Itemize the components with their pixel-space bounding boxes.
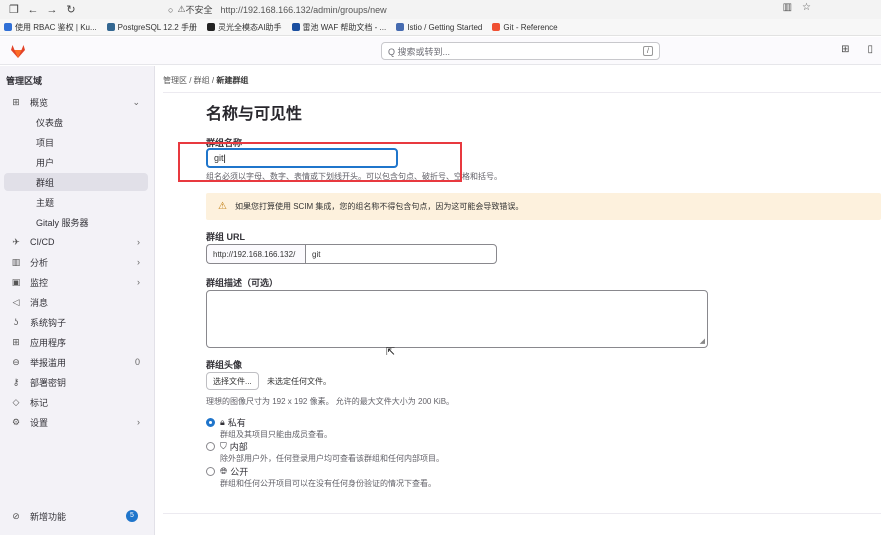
visibility-private-label[interactable]: 🔒︎ 私有: [220, 416, 246, 429]
address-bar[interactable]: ○ ⚠ 不安全 http://192.168.166.132/admin/gro…: [168, 2, 387, 17]
sidebar-item-abuse-reports[interactable]: ⊖ 举报滥用 0: [4, 353, 148, 371]
divider: [163, 92, 881, 93]
scim-warning-alert: ⚠ 如果您打算使用 SCIM 集成，您的组名称不得包含句点，因为这可能会导致错误…: [206, 193, 881, 220]
chevron-right-icon: ›: [137, 237, 140, 247]
forward-icon[interactable]: →: [44, 2, 60, 18]
monitor-icon: ▣: [11, 276, 21, 287]
gear-icon: ⚙: [11, 416, 21, 427]
breadcrumb-current: 新建群组: [216, 76, 249, 85]
resize-handle-icon[interactable]: ◢: [700, 337, 705, 345]
sidebar-item-analytics[interactable]: ▥ 分析 ›: [4, 253, 148, 271]
sidebar-item-deploy-keys[interactable]: ⚷ 部署密钥: [4, 373, 148, 391]
visibility-internal-desc: 除外部用户外，任何登录用户均可查看该群组和任何内部项目。: [220, 454, 444, 463]
chevron-down-icon: ⌄: [132, 96, 140, 107]
abuse-icon: ⊖: [12, 356, 20, 367]
mouse-cursor-icon: ⇱: [386, 346, 396, 358]
favorite-icon[interactable]: ☆: [802, 2, 811, 13]
lock-warning-icon: ⚠: [177, 4, 186, 14]
sidebar-whats-new[interactable]: ⊘ 新增功能 5: [4, 507, 148, 525]
key-icon: ⚷: [12, 376, 20, 387]
shortcut-hint: /: [643, 46, 653, 56]
choose-file-button[interactable]: 选择文件...: [206, 372, 259, 390]
visibility-private-desc: 群组及其项目只能由成员查看。: [220, 430, 332, 439]
shield-icon: ⛉: [220, 441, 227, 451]
group-avatar-label: 群组头像: [206, 360, 243, 370]
label-icon: ◇: [12, 396, 20, 407]
avatar-help: 理想的图像尺寸为 192 x 192 像素。 允许的最大文件大小为 200 Ki…: [206, 397, 455, 406]
sidebar-item-overview[interactable]: ⊞ 概览 ⌄: [4, 93, 148, 111]
topbar-actions: ⊞ ▯: [841, 44, 873, 55]
whats-new-icon: ⊘: [12, 510, 20, 521]
sidebar-item-monitoring[interactable]: ▣ 监控 ›: [4, 273, 148, 291]
visibility-public-label[interactable]: 🌐︎ 公开: [220, 465, 248, 478]
bookmark-item[interactable]: 灵光全模态AI助手: [206, 22, 282, 33]
breadcrumb-admin[interactable]: 管理区: [163, 76, 187, 85]
file-status-text: 未选定任何文件。: [267, 377, 331, 386]
sidebar-item-dashboard[interactable]: 仪表盘: [4, 113, 148, 131]
sidebar-item-messages[interactable]: ◁ 消息: [4, 293, 148, 311]
visibility-public-desc: 群组和任何公开项目可以在没有任何身份验证的情况下查看。: [220, 479, 436, 488]
sidebar-item-users[interactable]: 用户: [4, 153, 148, 171]
bullhorn-icon: ◁: [12, 296, 20, 307]
visibility-public-radio[interactable]: [206, 467, 215, 476]
tabs-icon[interactable]: ❐: [6, 2, 22, 18]
breadcrumb-groups[interactable]: 群组: [194, 76, 210, 85]
gitlab-logo-icon[interactable]: [10, 44, 26, 58]
group-description-label: 群组描述（可选）: [206, 278, 279, 288]
sidebar-item-topics[interactable]: 主题: [4, 193, 148, 211]
admin-sidebar: 管理区域 ⊞ 概览 ⌄ 仪表盘 项目 用户 群组 主题 Gitaly 服务器 ✈ CI…: [0, 66, 155, 535]
group-path-input[interactable]: git: [305, 244, 497, 264]
group-url-label: 群组 URL: [206, 232, 245, 242]
browser-toolbar: ❐ ← → ↻: [0, 0, 881, 19]
warning-icon: ⚠: [218, 201, 227, 212]
url-text[interactable]: http://192.168.166.132/admin/groups/new: [221, 5, 387, 15]
visibility-internal-label[interactable]: ⛉ 内部: [220, 440, 248, 453]
apps-icon: ⊞: [12, 336, 20, 347]
security-warning: 不安全: [185, 5, 213, 15]
divider: [163, 513, 881, 514]
bookmark-item[interactable]: Git - Reference: [492, 23, 558, 32]
bookmark-item[interactable]: PostgreSQL 12.2 手册: [106, 22, 197, 33]
plus-icon[interactable]: ⊞: [841, 44, 849, 55]
grid-icon: ⊞: [12, 96, 20, 107]
browser-right-icons: ▥ ☆: [783, 2, 811, 13]
search-input[interactable]: Q 搜索或转到... /: [381, 42, 660, 60]
sidebar-header: 管理区域: [6, 76, 43, 86]
abuse-count: 0: [134, 357, 140, 367]
chart-icon: ▥: [11, 256, 21, 267]
sidebar-toggle-icon[interactable]: ▯: [867, 44, 873, 55]
sidebar-item-settings[interactable]: ⚙ 设置 ›: [4, 413, 148, 431]
chevron-right-icon: ›: [137, 257, 140, 267]
back-icon[interactable]: ←: [25, 2, 41, 18]
lock-icon: 🔒︎: [220, 417, 225, 427]
annotation-highlight: [178, 142, 462, 182]
hook-icon: ʖ: [13, 317, 19, 327]
visibility-private-radio[interactable]: [206, 418, 215, 427]
breadcrumb: 管理区 / 群组 / 新建群组: [163, 76, 249, 85]
group-url-prefix: http://192.168.166.132/: [206, 244, 306, 264]
group-description-textarea[interactable]: ◢: [206, 290, 708, 348]
sidebar-item-labels[interactable]: ◇ 标记: [4, 393, 148, 411]
chevron-right-icon: ›: [137, 417, 140, 427]
page-title: 名称与可见性: [206, 106, 303, 123]
sidebar-item-gitaly[interactable]: Gitaly 服务器: [4, 213, 148, 231]
sidebar-item-system-hooks[interactable]: ʖ 系统钩子: [4, 313, 148, 331]
sidebar-item-groups[interactable]: 群组: [4, 173, 148, 191]
sidebar-item-cicd[interactable]: ✈ CI/CD ›: [4, 233, 148, 251]
bookmark-item[interactable]: 雷池 WAF 帮助文档 - ...: [291, 22, 386, 33]
bookmark-item[interactable]: Istio / Getting Started: [396, 23, 482, 32]
visibility-internal-radio[interactable]: [206, 442, 215, 451]
bookmarks-bar: 使用 RBAC 鉴权 | Ku... PostgreSQL 12.2 手册 灵光…: [0, 19, 881, 36]
search-circle-icon: ○: [168, 4, 174, 15]
sidebar-item-projects[interactable]: 项目: [4, 133, 148, 151]
rocket-icon: ✈: [12, 236, 20, 247]
bookmark-item[interactable]: 使用 RBAC 鉴权 | Ku...: [4, 22, 97, 33]
chevron-right-icon: ›: [137, 277, 140, 287]
reload-icon[interactable]: ↻: [63, 2, 79, 18]
globe-icon: 🌐︎: [220, 466, 228, 476]
sidebar-item-applications[interactable]: ⊞ 应用程序: [4, 333, 148, 351]
reader-icon[interactable]: ▥: [783, 2, 792, 13]
whats-new-count-badge: 5: [126, 510, 138, 522]
